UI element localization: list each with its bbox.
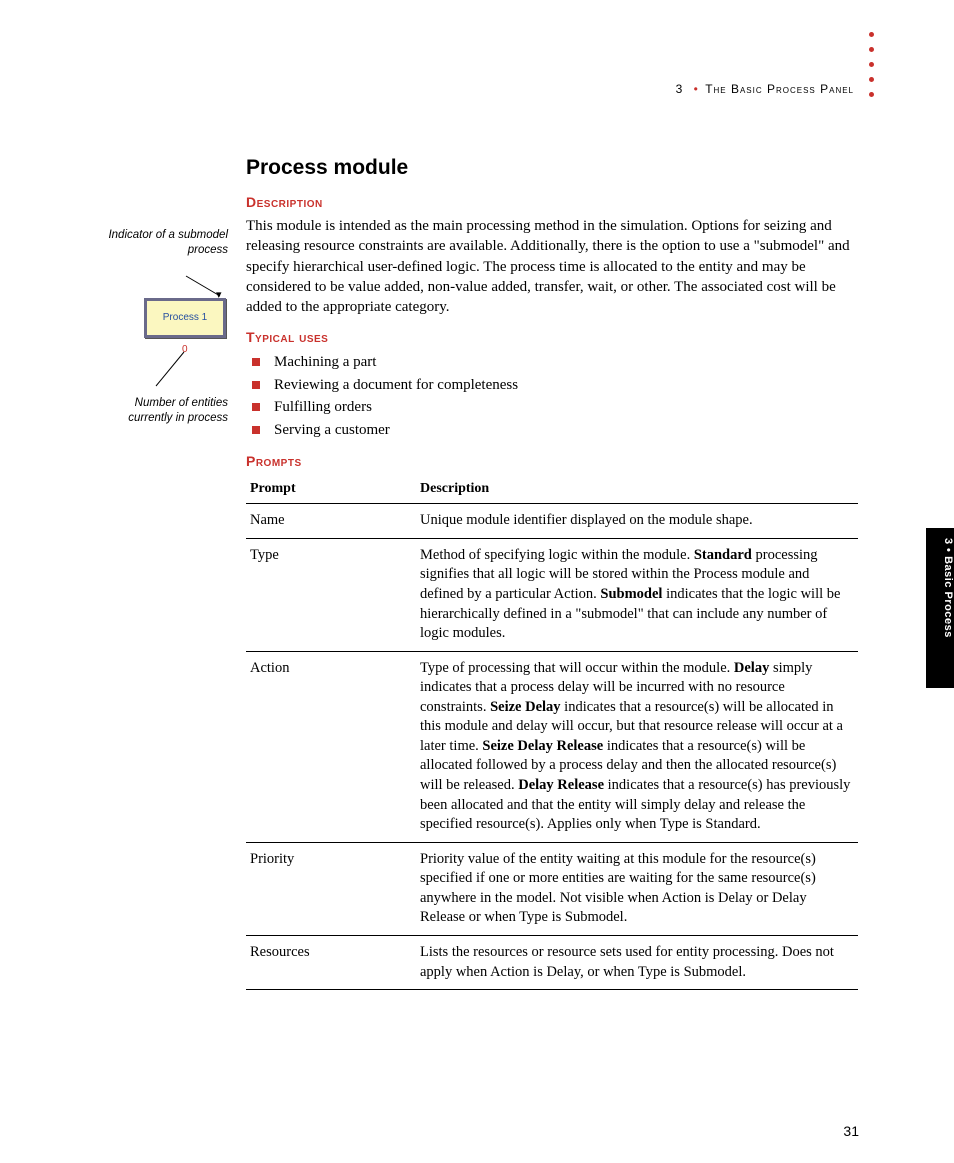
running-header: 3 • The Basic Process Panel bbox=[676, 82, 854, 96]
page-number: 31 bbox=[843, 1123, 859, 1139]
bullet-icon: • bbox=[694, 82, 699, 96]
bullet-icon: • bbox=[942, 548, 954, 556]
thumb-tab-label: Basic Process bbox=[942, 556, 954, 638]
prompt-cell: Priority bbox=[246, 842, 416, 935]
table-row: TypeMethod of specifying logic within th… bbox=[246, 538, 858, 651]
section-heading-prompts: Prompts bbox=[246, 453, 858, 469]
description-cell: Method of specifying logic within the mo… bbox=[416, 538, 858, 651]
table-row: ResourcesLists the resources or resource… bbox=[246, 935, 858, 989]
list-item: Serving a customer bbox=[252, 419, 858, 442]
page-title: Process module bbox=[246, 156, 858, 180]
prompt-cell: Action bbox=[246, 651, 416, 842]
process-block-diagram: ▾ Process 1 0 bbox=[134, 266, 234, 436]
annotation-top-caption: Indicator of a submodel process bbox=[88, 228, 228, 258]
description-cell: Priority value of the entity waiting at … bbox=[416, 842, 858, 935]
description-body: This module is intended as the main proc… bbox=[246, 216, 858, 317]
thumb-tab: 3 • Basic Process bbox=[926, 528, 954, 688]
col-header-prompt: Prompt bbox=[246, 475, 416, 504]
description-cell: Lists the resources or resource sets use… bbox=[416, 935, 858, 989]
main-content: Process module Description This module i… bbox=[246, 156, 858, 990]
table-row: NameUnique module identifier displayed o… bbox=[246, 504, 858, 539]
process-module-label: Process 1 bbox=[163, 312, 207, 323]
process-module-shape: Process 1 bbox=[144, 298, 226, 338]
prompt-cell: Type bbox=[246, 538, 416, 651]
typical-uses-list: Machining a part Reviewing a document fo… bbox=[246, 351, 858, 441]
col-header-description: Description bbox=[416, 475, 858, 504]
section-heading-typical-uses: Typical uses bbox=[246, 329, 858, 345]
header-chapter-num: 3 bbox=[676, 82, 683, 96]
table-row: PriorityPriority value of the entity wai… bbox=[246, 842, 858, 935]
list-item: Machining a part bbox=[252, 351, 858, 374]
description-cell: Type of processing that will occur withi… bbox=[416, 651, 858, 842]
list-item: Reviewing a document for completeness bbox=[252, 374, 858, 397]
list-item: Fulfilling orders bbox=[252, 396, 858, 419]
section-heading-description: Description bbox=[246, 194, 858, 210]
prompts-table: Prompt Description NameUnique module ide… bbox=[246, 475, 858, 990]
prompt-cell: Resources bbox=[246, 935, 416, 989]
prompt-cell: Name bbox=[246, 504, 416, 539]
table-row: ActionType of processing that will occur… bbox=[246, 651, 858, 842]
header-chapter-title: The Basic Process Panel bbox=[705, 82, 854, 96]
description-cell: Unique module identifier displayed on th… bbox=[416, 504, 858, 539]
thumb-tab-chapter: 3 bbox=[942, 538, 954, 545]
margin-annotation: Indicator of a submodel process ▾ Proces… bbox=[88, 228, 228, 426]
header-dots-icon bbox=[869, 32, 874, 97]
